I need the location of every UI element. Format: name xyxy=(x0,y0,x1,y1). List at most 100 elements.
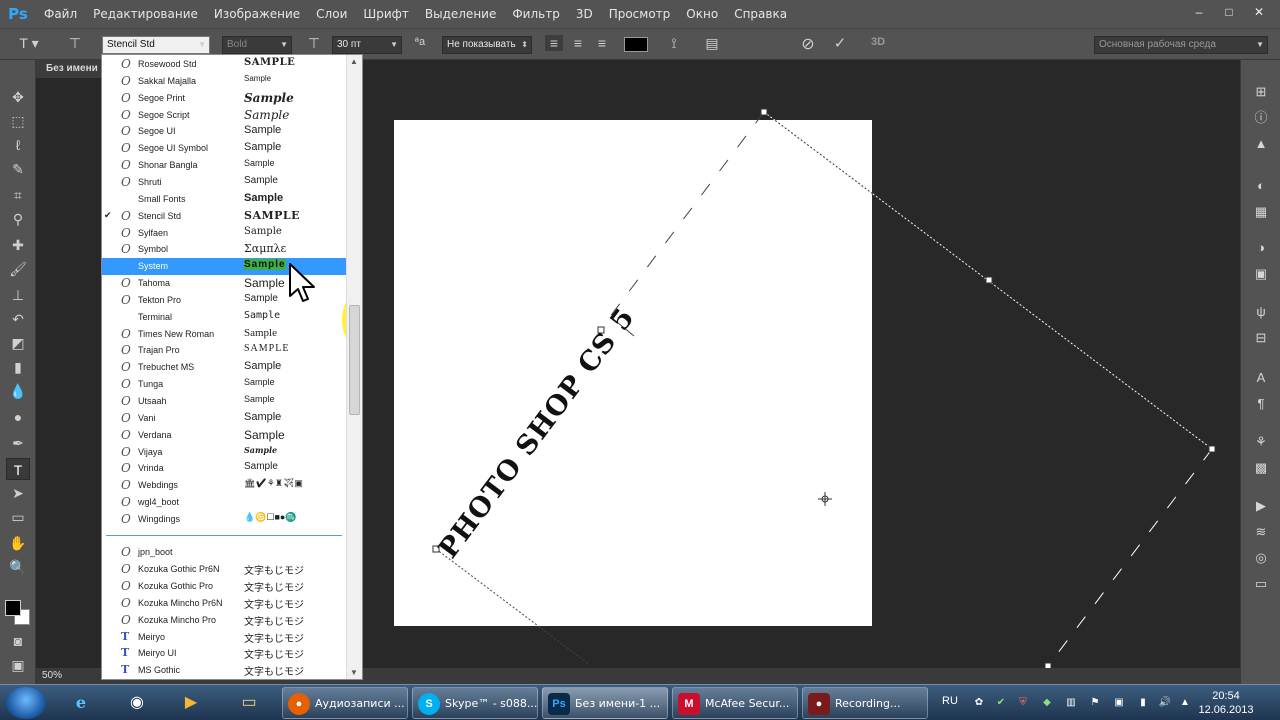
explorer-folder-icon[interactable]: ▭ xyxy=(226,688,272,718)
font-option[interactable]: O Vijaya Sample xyxy=(102,444,347,461)
menu-image[interactable]: Изображение xyxy=(206,0,308,28)
tray-green-icon[interactable]: ◆ xyxy=(1040,696,1054,710)
font-option[interactable]: O Symbol Σαμπλε xyxy=(102,241,347,258)
font-option[interactable]: O Segoe UI Symbol Sample xyxy=(102,140,347,157)
type-tool-icon[interactable]: T xyxy=(6,458,30,480)
font-list-scrollbar[interactable]: ▲ ▼ xyxy=(346,55,362,679)
align-left-icon[interactable]: ≡ xyxy=(545,35,563,51)
tray-app-icon[interactable]: ✿ xyxy=(972,696,986,710)
font-option[interactable]: T MS Gothic 文字もじモジ xyxy=(102,662,347,679)
tray-security-icon[interactable]: ⛨ xyxy=(1016,696,1030,710)
font-option[interactable]: O Verdana Sample xyxy=(102,427,347,444)
channels-panel-icon[interactable]: ◎ xyxy=(1251,548,1271,568)
zoom-level[interactable]: 50% xyxy=(42,670,62,681)
font-option[interactable]: O Times New Roman Sample xyxy=(102,326,347,343)
font-option[interactable]: Ojpn_boot xyxy=(102,544,347,561)
text-orientation-icon[interactable]: ⊤ xyxy=(64,35,86,52)
font-option[interactable]: O Kozuka Mincho Pr6N 文字もじモジ xyxy=(102,595,347,612)
styles-panel-icon[interactable]: ⚘ xyxy=(1251,432,1271,452)
scroll-up-arrow[interactable]: ▲ xyxy=(350,57,358,66)
document-canvas[interactable] xyxy=(394,120,872,626)
tray-monitor-icon[interactable]: ▣ xyxy=(1112,696,1126,710)
rectangle-tool-icon[interactable]: ▭ xyxy=(6,506,30,528)
font-family-field[interactable]: Stencil Std ▼ xyxy=(102,36,210,54)
pen-tool-icon[interactable]: ✒ xyxy=(6,432,30,454)
maximize-button[interactable]: □ xyxy=(1214,2,1244,22)
taskbar-item-recording[interactable]: ● Recording... xyxy=(802,687,928,719)
cancel-icon[interactable]: ⊘ xyxy=(798,34,818,54)
font-option[interactable]: O Rosewood Std SAMPLE xyxy=(102,56,347,73)
tray-volume-icon[interactable]: 🔊 xyxy=(1158,696,1172,710)
font-option[interactable]: O Segoe Script Sample xyxy=(102,107,347,124)
menu-edit[interactable]: Редактирование xyxy=(85,0,206,28)
clone-source-panel-icon[interactable]: ⊟ xyxy=(1251,328,1271,348)
tray-flag-icon[interactable]: ⚑ xyxy=(1088,696,1102,710)
tray-expand-icon[interactable]: ▲ xyxy=(1178,696,1192,710)
menu-filter[interactable]: Фильтр xyxy=(504,0,567,28)
brush-presets-panel-icon[interactable]: ψ xyxy=(1251,302,1271,322)
histogram-panel-icon[interactable]: ▲ xyxy=(1251,134,1271,154)
scroll-thumb[interactable] xyxy=(349,305,360,415)
menu-layers[interactable]: Слои xyxy=(308,0,355,28)
healing-brush-tool-icon[interactable]: ✚ xyxy=(6,234,30,256)
font-option[interactable]: O Segoe UI Sample xyxy=(102,123,347,140)
chrome-icon[interactable]: ◉ xyxy=(114,688,160,718)
font-style-field[interactable]: Bold ▼ xyxy=(222,36,292,54)
font-option[interactable]: O Shonar Bangla Sample xyxy=(102,157,347,174)
font-option[interactable]: O Kozuka Mincho Pro 文字もじモジ xyxy=(102,612,347,629)
info-panel-icon[interactable]: ⓘ xyxy=(1251,108,1271,128)
font-option[interactable]: O Sakkal Majalla Sample xyxy=(102,73,347,90)
marquee-tool-icon[interactable]: ⬚ xyxy=(6,110,30,132)
hand-tool-icon[interactable]: ✋ xyxy=(6,532,30,554)
taskbar-item-skype[interactable]: S Skype™ - s088... xyxy=(412,687,538,719)
font-option[interactable]: O Webdings 🏛✔⚘♜✈▣ xyxy=(102,477,347,494)
taskbar-item-mcafee[interactable]: M McAfee Secur... xyxy=(672,687,798,719)
crop-tool-icon[interactable]: ⌗ xyxy=(6,184,30,206)
tray-network-icon[interactable]: ▥ xyxy=(1064,696,1078,710)
paragraph-panel-icon[interactable]: ¶ xyxy=(1251,394,1271,414)
eraser-tool-icon[interactable]: ◩ xyxy=(6,332,30,354)
clone-stamp-tool-icon[interactable]: ⊥ xyxy=(6,284,30,306)
font-option[interactable]: O Tunga Sample xyxy=(102,376,347,393)
antialias-field[interactable]: Не показывать ⬍ xyxy=(442,36,532,54)
font-option[interactable]: O Wingdings 💧♋☐■●♏ xyxy=(102,511,347,528)
system-clock[interactable]: 20:54 12.06.2013 xyxy=(1196,689,1256,717)
history-panel-icon[interactable]: ⊞ xyxy=(1251,82,1271,102)
menu-type[interactable]: Шрифт xyxy=(355,0,417,28)
foreground-color-swatch[interactable] xyxy=(5,600,21,616)
align-center-icon[interactable]: ≡ xyxy=(569,35,587,51)
zoom-tool-icon[interactable]: 🔍 xyxy=(6,556,30,578)
adjustments-panel-icon[interactable]: ◐ xyxy=(1251,176,1271,196)
paths-panel-icon[interactable]: ▭ xyxy=(1251,574,1271,594)
tray-signal-icon[interactable]: ▮ xyxy=(1136,696,1150,710)
layers-panel-icon[interactable]: ≋ xyxy=(1251,522,1271,542)
menu-file[interactable]: Файл xyxy=(36,0,85,28)
font-option[interactable]: O Trajan Pro SAMPLE xyxy=(102,342,347,359)
font-option[interactable]: T Meiryo UI 文字もじモジ xyxy=(102,645,347,662)
font-option[interactable]: O Utsaah Sample xyxy=(102,393,347,410)
taskbar-item-photoshop[interactable]: Ps Без имени-1 ... xyxy=(542,687,668,719)
quick-select-tool-icon[interactable]: ✎ xyxy=(6,158,30,180)
font-option[interactable]: O Segoe Print Sample xyxy=(102,90,347,107)
menu-select[interactable]: Выделение xyxy=(417,0,504,28)
lasso-tool-icon[interactable]: ℓ xyxy=(6,134,30,156)
warp-text-icon[interactable]: ⟟ xyxy=(664,35,684,52)
eyedropper-tool-icon[interactable]: ⚲ xyxy=(6,208,30,230)
language-indicator[interactable]: RU xyxy=(942,695,958,707)
masks-panel-icon[interactable]: ▩ xyxy=(1251,458,1271,478)
3d-button[interactable]: 3D xyxy=(866,36,890,48)
color-panel-icon[interactable]: ▣ xyxy=(1251,264,1271,284)
font-option[interactable]: ✔ O Stencil Std SAMPLE xyxy=(102,208,347,225)
font-option[interactable]: O Kozuka Gothic Pr6N 文字もじモジ xyxy=(102,561,347,578)
menu-view[interactable]: Просмотр xyxy=(601,0,679,28)
text-color-swatch[interactable] xyxy=(624,37,648,52)
scroll-down-arrow[interactable]: ▼ xyxy=(350,668,358,677)
character-panel-icon[interactable]: ▤ xyxy=(702,35,722,52)
font-option[interactable]: T Meiryo 文字もじモジ xyxy=(102,629,347,646)
actions-panel-icon[interactable]: ▶ xyxy=(1251,496,1271,516)
commit-icon[interactable]: ✓ xyxy=(830,34,850,52)
internet-explorer-icon[interactable]: e xyxy=(58,688,104,718)
start-button[interactable] xyxy=(6,687,46,719)
close-button[interactable]: ✕ xyxy=(1244,2,1274,22)
menu-3d[interactable]: 3D xyxy=(568,0,601,28)
